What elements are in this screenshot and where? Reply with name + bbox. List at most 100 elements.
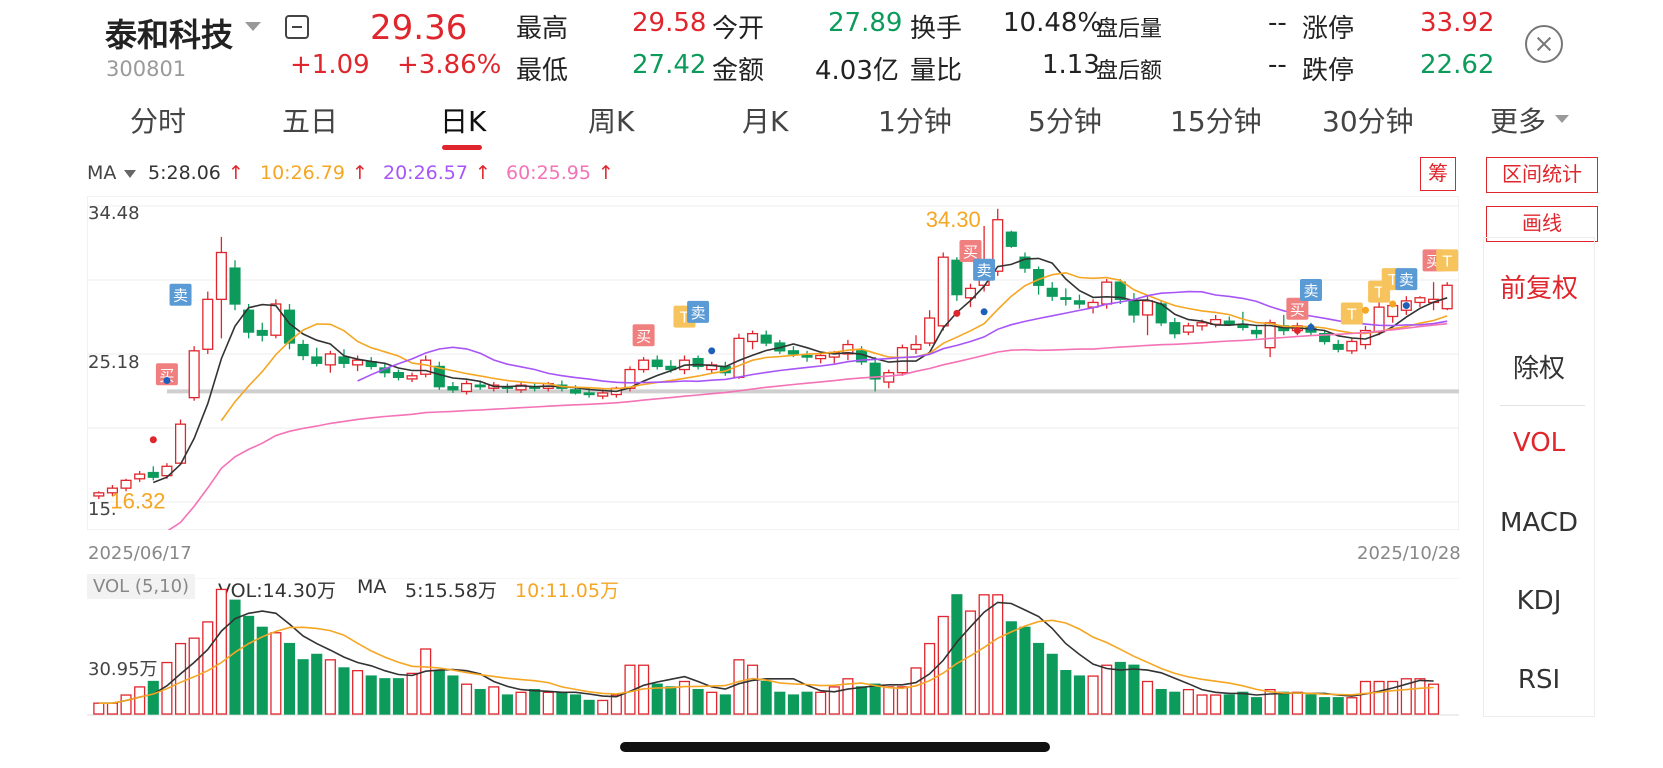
volume-bar: [556, 691, 568, 715]
candle: [924, 317, 936, 344]
tab-more[interactable]: 更多: [1490, 100, 1546, 140]
volume-bar: [365, 675, 377, 715]
side-item-vol[interactable]: VOL: [1483, 428, 1595, 458]
more-caret-icon[interactable]: [1555, 115, 1569, 123]
interval-stats-button[interactable]: 区间统计: [1486, 157, 1598, 193]
candle: [1169, 322, 1181, 335]
volume-bar: [760, 680, 772, 715]
volume-bar: [93, 702, 105, 715]
side-item-kdj[interactable]: KDJ: [1483, 586, 1595, 616]
volume-bar: [147, 680, 159, 715]
sell-marker: 卖: [1303, 282, 1318, 300]
stock-code: 300801: [106, 57, 187, 81]
volume-bar: [283, 642, 296, 715]
side-menu-divider: [1500, 405, 1585, 406]
volume-bar: [583, 699, 595, 715]
volume-bar: [1346, 697, 1358, 715]
kline-chart[interactable]: 34.3016.32买卖买T 卖买卖买卖TTT 卖买 T: [87, 196, 1459, 530]
ma-dropdown-icon[interactable]: [124, 170, 136, 178]
open-label: 今开: [712, 14, 765, 44]
home-indicator[interactable]: [620, 742, 1050, 752]
candle: [1414, 297, 1426, 304]
trade-dot: [1402, 302, 1410, 310]
sell-marker: 卖: [173, 287, 188, 305]
vol-axis-label: 30.95万: [88, 659, 158, 680]
after-vol-value: --: [1268, 8, 1287, 38]
volume-bar: [1073, 675, 1086, 715]
ma20-value: 20:26.57: [383, 162, 468, 184]
candle: [297, 343, 309, 357]
tab-30min[interactable]: 30分钟: [1322, 100, 1414, 140]
volume-bar: [896, 686, 908, 715]
volume-bar: [597, 699, 609, 715]
trade-dot: [953, 309, 961, 317]
volume-chart[interactable]: [87, 578, 1459, 716]
candle: [338, 356, 350, 364]
volume-bar: [1237, 691, 1249, 715]
ma-label[interactable]: MA: [87, 162, 116, 184]
close-icon[interactable]: [1525, 25, 1563, 63]
candle: [311, 356, 323, 364]
volume-bar: [719, 694, 731, 715]
trade-dot: [708, 347, 716, 355]
chart-frame: [87, 196, 1459, 530]
tab-five-day[interactable]: 五日: [282, 100, 338, 140]
tab-5min[interactable]: 5分钟: [1028, 100, 1102, 140]
candle: [733, 337, 745, 379]
tab-1min[interactable]: 1分钟: [878, 100, 952, 140]
candle: [134, 473, 146, 480]
candle: [651, 359, 663, 368]
candle: [1128, 300, 1140, 316]
volume-bar: [774, 691, 786, 715]
ma5-value: 5:28.06: [148, 162, 221, 184]
volume-bar: [215, 588, 227, 715]
tab-timeshare[interactable]: 分时: [130, 100, 186, 140]
side-item-rsi[interactable]: RSI: [1483, 665, 1595, 695]
ma20-up-arrow-icon: ↑: [475, 162, 491, 184]
volume-bar: [1278, 691, 1290, 715]
volume-bar: [1414, 678, 1426, 715]
side-item-forward-adjust[interactable]: 前复权: [1483, 268, 1595, 305]
tab-weekly-k[interactable]: 周K: [588, 100, 634, 140]
side-item-macd[interactable]: MACD: [1483, 508, 1595, 538]
volume-bar: [352, 670, 364, 715]
start-date-label: 2025/06/17: [88, 543, 192, 564]
tab-daily-k[interactable]: 日K: [440, 100, 486, 140]
volume-bar: [1060, 670, 1072, 715]
volume-bar: [1141, 680, 1154, 715]
volume-bar: [992, 594, 1004, 715]
candle: [120, 479, 132, 489]
ma10-up-arrow-icon: ↑: [352, 162, 368, 184]
stock-name[interactable]: 泰和科技: [105, 10, 233, 56]
low-value: 27.42: [632, 50, 707, 80]
candle: [256, 329, 268, 336]
candle: [597, 392, 609, 397]
collapse-icon[interactable]: [285, 15, 309, 39]
volume-bar: [256, 626, 268, 715]
turnover-value: 10.48%: [1003, 8, 1103, 38]
tab-15min[interactable]: 15分钟: [1170, 100, 1262, 140]
chip-button[interactable]: 筹: [1420, 157, 1456, 191]
candle: [147, 471, 159, 478]
volume-bar: [1210, 694, 1222, 715]
volume-bar: [542, 691, 554, 715]
volume-bar: [1319, 697, 1331, 715]
buy-marker: 买: [1290, 301, 1305, 319]
candle: [815, 354, 827, 360]
volume-bar: [1087, 675, 1099, 715]
trade-dot: [980, 308, 988, 316]
candle: [896, 347, 908, 374]
chevron-down-icon[interactable]: [245, 22, 261, 31]
price-change-pct: +3.86%: [397, 50, 502, 80]
candle: [1250, 329, 1263, 335]
trade-dot: [1307, 323, 1315, 331]
volume-bar: [392, 678, 405, 715]
candle: [1373, 306, 1385, 333]
tab-monthly-k[interactable]: 月K: [742, 100, 788, 140]
candle: [801, 354, 813, 358]
volume-bar: [174, 642, 187, 715]
volume-bar: [515, 691, 527, 715]
side-item-ex-rights[interactable]: 除权: [1483, 348, 1595, 385]
volume-bar: [311, 653, 323, 715]
ma10-value: 10:26.79: [260, 162, 345, 184]
